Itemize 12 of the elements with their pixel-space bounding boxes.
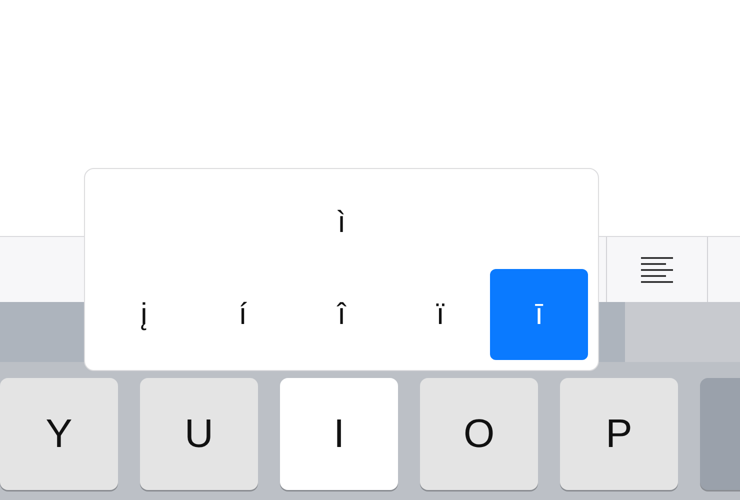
keyboard-key[interactable]: U: [140, 378, 258, 490]
accent-option[interactable]: ī: [490, 269, 588, 360]
accent-option[interactable]: î: [292, 269, 390, 360]
accent-option[interactable]: ï: [391, 269, 490, 360]
accent-option[interactable]: į: [95, 269, 193, 360]
keyboard-key[interactable]: Y: [0, 378, 118, 490]
keyboard-key[interactable]: P: [560, 378, 678, 490]
accent-option[interactable]: ì: [292, 177, 390, 268]
accent-option[interactable]: í: [194, 269, 292, 360]
align-justify-icon[interactable]: [641, 256, 673, 284]
keyboard-key[interactable]: O: [420, 378, 538, 490]
keyboard-key[interactable]: I: [280, 378, 398, 490]
